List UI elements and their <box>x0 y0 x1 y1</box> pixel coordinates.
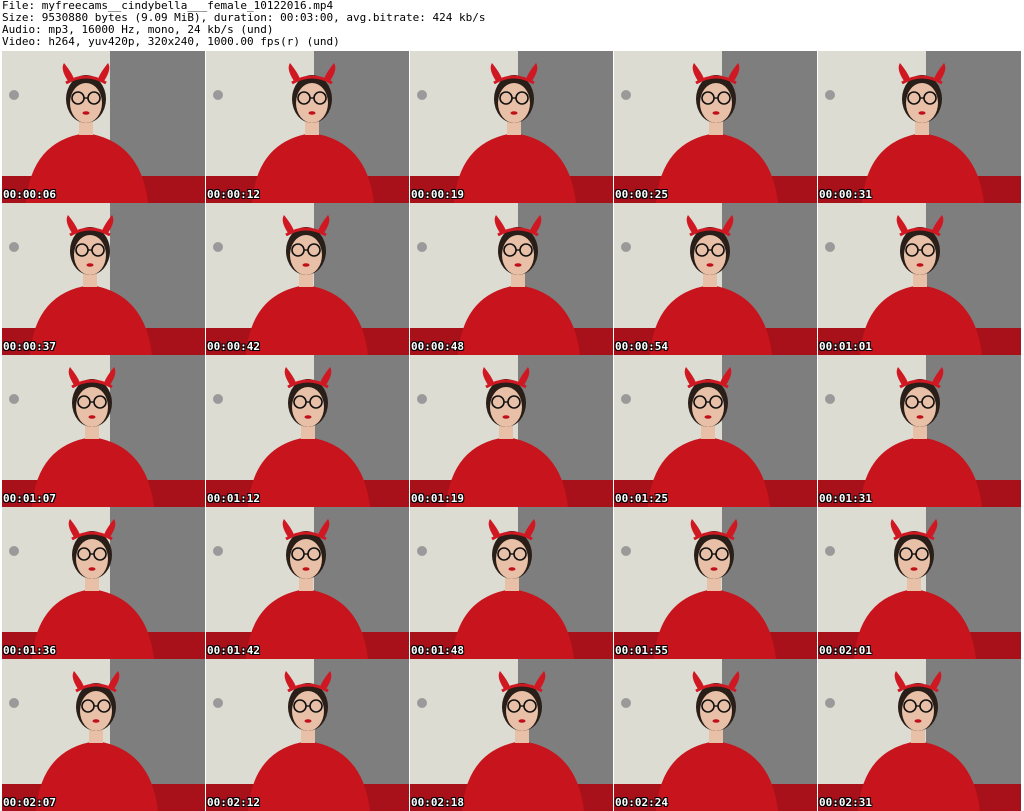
thumbnail-timestamp: 00:01:48 <box>411 644 464 657</box>
thumbnail-timestamp: 00:00:42 <box>207 340 260 353</box>
video-thumbnail: 00:00:12 <box>206 51 409 203</box>
thumbnail-frame <box>2 355 205 507</box>
thumbnail-timestamp: 00:00:54 <box>615 340 668 353</box>
video-thumbnail: 00:01:07 <box>2 355 205 507</box>
thumbnail-timestamp: 00:00:06 <box>3 188 56 201</box>
video-thumbnail: 00:01:01 <box>818 203 1021 355</box>
video-thumbnail: 00:01:12 <box>206 355 409 507</box>
file-info-header: File: myfreecams__cindybella___female_10… <box>2 0 1020 48</box>
thumbnail-timestamp: 00:01:31 <box>819 492 872 505</box>
thumbnail-frame <box>2 659 205 811</box>
video-thumbnail: 00:01:42 <box>206 507 409 659</box>
thumbnail-frame <box>614 507 817 659</box>
video-thumbnail: 00:00:42 <box>206 203 409 355</box>
thumbnail-timestamp: 00:01:01 <box>819 340 872 353</box>
thumbnail-frame <box>818 51 1021 203</box>
thumbnail-frame <box>614 51 817 203</box>
video-thumbnail: 00:02:31 <box>818 659 1021 811</box>
thumbnail-timestamp: 00:02:07 <box>3 796 56 809</box>
thumbnail-frame <box>818 659 1021 811</box>
thumbnail-frame <box>410 51 613 203</box>
thumbnail-frame <box>410 507 613 659</box>
thumbnail-frame <box>206 203 409 355</box>
thumbnail-frame <box>410 659 613 811</box>
thumbnail-timestamp: 00:00:12 <box>207 188 260 201</box>
thumbnail-timestamp: 00:00:19 <box>411 188 464 201</box>
thumbnail-timestamp: 00:00:31 <box>819 188 872 201</box>
thumbnail-frame <box>2 203 205 355</box>
video-info-line: Video: h264, yuv420p, 320x240, 1000.00 f… <box>2 35 340 48</box>
thumbnail-frame <box>206 659 409 811</box>
thumbnail-timestamp: 00:02:31 <box>819 796 872 809</box>
video-thumbnail: 00:00:48 <box>410 203 613 355</box>
video-thumbnail: 00:00:54 <box>614 203 817 355</box>
thumbnail-frame <box>206 51 409 203</box>
thumbnail-timestamp: 00:01:25 <box>615 492 668 505</box>
video-thumbnail: 00:00:19 <box>410 51 613 203</box>
video-thumbnail: 00:00:37 <box>2 203 205 355</box>
thumbnail-timestamp: 00:00:25 <box>615 188 668 201</box>
thumbnail-frame <box>410 355 613 507</box>
video-thumbnail: 00:02:07 <box>2 659 205 811</box>
thumbnail-timestamp: 00:00:37 <box>3 340 56 353</box>
video-thumbnail: 00:02:12 <box>206 659 409 811</box>
video-thumbnail: 00:01:19 <box>410 355 613 507</box>
thumbnail-timestamp: 00:01:19 <box>411 492 464 505</box>
video-thumbnail: 00:00:31 <box>818 51 1021 203</box>
thumbnail-timestamp: 00:02:12 <box>207 796 260 809</box>
thumbnail-timestamp: 00:00:48 <box>411 340 464 353</box>
video-thumbnail: 00:01:31 <box>818 355 1021 507</box>
thumbnail-timestamp: 00:01:36 <box>3 644 56 657</box>
video-thumbnail: 00:00:25 <box>614 51 817 203</box>
video-thumbnail: 00:01:36 <box>2 507 205 659</box>
thumbnail-frame <box>410 203 613 355</box>
thumbnail-timestamp: 00:01:42 <box>207 644 260 657</box>
video-thumbnail: 00:02:18 <box>410 659 613 811</box>
thumbnail-frame <box>206 355 409 507</box>
thumbnail-frame <box>818 355 1021 507</box>
video-thumbnail: 00:00:06 <box>2 51 205 203</box>
thumbnail-frame <box>2 51 205 203</box>
thumbnail-timestamp: 00:02:18 <box>411 796 464 809</box>
thumbnail-frame <box>614 659 817 811</box>
thumbnail-frame <box>818 507 1021 659</box>
video-thumbnail: 00:01:25 <box>614 355 817 507</box>
thumbnail-frame <box>2 507 205 659</box>
thumbnail-timestamp: 00:01:12 <box>207 492 260 505</box>
video-thumbnail: 00:02:24 <box>614 659 817 811</box>
thumbnail-timestamp: 00:01:07 <box>3 492 56 505</box>
thumbnail-timestamp: 00:02:24 <box>615 796 668 809</box>
video-thumbnail: 00:01:55 <box>614 507 817 659</box>
thumbnail-grid: 00:00:06 00:00:12 00:00:19 00:00:25 00:00:31… <box>2 51 1022 811</box>
thumbnail-frame <box>818 203 1021 355</box>
thumbnail-frame <box>206 507 409 659</box>
thumbnail-frame <box>614 203 817 355</box>
video-thumbnail: 00:01:48 <box>410 507 613 659</box>
thumbnail-timestamp: 00:02:01 <box>819 644 872 657</box>
video-thumbnail: 00:02:01 <box>818 507 1021 659</box>
thumbnail-frame <box>614 355 817 507</box>
thumbnail-timestamp: 00:01:55 <box>615 644 668 657</box>
